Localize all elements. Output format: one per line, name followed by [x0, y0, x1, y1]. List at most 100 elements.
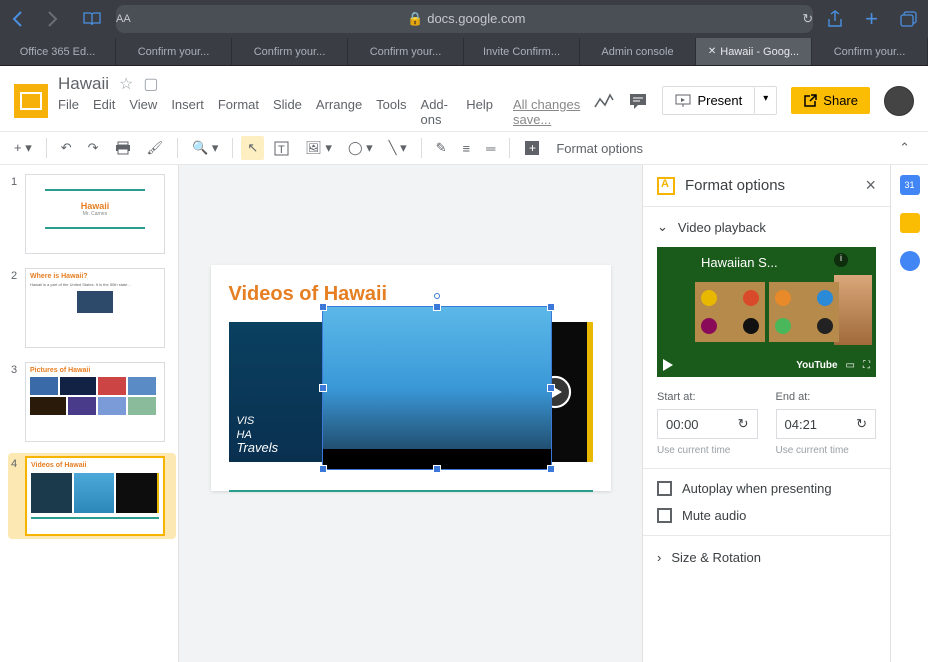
refresh-icon[interactable]: ↻ — [738, 416, 749, 432]
collapse-toolbar-icon[interactable]: ⌃ — [889, 136, 920, 160]
slide-thumb-3[interactable]: 3 Pictures of Hawaii — [8, 359, 176, 445]
slide-canvas[interactable]: Videos of Hawaii VISHATravels — [211, 265, 611, 491]
refresh-icon[interactable]: ↻ — [856, 416, 867, 432]
shape-tool[interactable]: ◯ ▾ — [342, 136, 379, 160]
reload-icon[interactable]: ↻ — [802, 11, 813, 27]
mute-checkbox[interactable]: Mute audio — [657, 508, 876, 523]
line-tool[interactable]: ╲ ▾ — [383, 136, 413, 160]
border-color-button[interactable]: ✎ — [430, 136, 453, 160]
select-tool[interactable]: ↖ — [241, 136, 264, 160]
tasks-icon[interactable] — [900, 251, 920, 271]
undo-button[interactable]: ↶ — [55, 136, 78, 160]
present-button[interactable]: Present — [663, 87, 755, 114]
close-panel-icon[interactable]: × — [865, 175, 876, 196]
menu-insert[interactable]: Insert — [171, 97, 204, 127]
comments-icon[interactable] — [628, 92, 648, 110]
avatar[interactable] — [884, 86, 914, 116]
book-icon[interactable] — [82, 11, 102, 27]
border-weight-button[interactable]: ≡ — [457, 137, 477, 160]
svg-text:T: T — [278, 144, 285, 156]
keep-icon[interactable] — [900, 213, 920, 233]
use-current-start[interactable]: Use current time — [657, 445, 758, 456]
menu-help[interactable]: Help — [466, 97, 493, 127]
start-time-input[interactable]: 00:00↻ — [657, 409, 758, 439]
doc-title[interactable]: Hawaii — [58, 74, 109, 94]
share-button[interactable]: Share — [791, 87, 870, 114]
add-comment-button[interactable]: + — [518, 136, 546, 160]
resize-handle[interactable] — [319, 465, 327, 473]
info-icon[interactable]: i — [834, 253, 848, 267]
menu-slide[interactable]: Slide — [273, 97, 302, 127]
cast-icon[interactable]: ▭ — [846, 360, 855, 371]
move-icon[interactable]: ▢ — [143, 74, 158, 94]
tab-5[interactable]: Admin console — [580, 38, 696, 65]
tab-3[interactable]: Confirm your... — [348, 38, 464, 65]
paint-format-button[interactable]: 🖌 — [141, 136, 170, 160]
border-dash-button[interactable]: ═ — [480, 137, 501, 160]
address-bar[interactable]: AA 🔒 docs.google.com ↻ — [116, 5, 813, 33]
tab-0[interactable]: Office 365 Ed... — [0, 38, 116, 65]
menu-arrange[interactable]: Arrange — [316, 97, 362, 127]
resize-handle[interactable] — [433, 465, 441, 473]
slide-thumb-1[interactable]: 1 HawaiiMr. Carnes — [8, 171, 176, 257]
end-label: End at: — [776, 391, 877, 403]
selected-video[interactable] — [322, 306, 552, 470]
chevron-right-icon: › — [657, 550, 661, 565]
tab-1[interactable]: Confirm your... — [116, 38, 232, 65]
menu-file[interactable]: File — [58, 97, 79, 127]
resize-handle[interactable] — [319, 303, 327, 311]
menu-addons[interactable]: Add-ons — [421, 97, 453, 127]
print-button[interactable] — [109, 137, 137, 159]
tab-6[interactable]: ✕Hawaii - Goog... — [696, 38, 812, 65]
slide-title[interactable]: Videos of Hawaii — [229, 283, 593, 308]
calendar-icon[interactable]: 31 — [900, 175, 920, 195]
video-preview[interactable]: Hawaiian S... i YouTube ▭ ⛶ — [657, 247, 876, 377]
rotate-handle[interactable] — [434, 293, 440, 299]
format-options-panel: Format options × ⌄ Video playback Hawaii… — [642, 165, 890, 662]
canvas-area[interactable]: Videos of Hawaii VISHATravels — [179, 165, 642, 662]
use-current-end[interactable]: Use current time — [776, 445, 877, 456]
fullscreen-icon[interactable]: ⛶ — [863, 360, 870, 371]
new-slide-button[interactable]: + ▾ — [8, 136, 38, 160]
textbox-tool[interactable]: T — [268, 137, 295, 160]
resize-handle[interactable] — [319, 384, 327, 392]
close-tab-icon[interactable]: ✕ — [708, 46, 716, 57]
svg-text:+: + — [529, 141, 536, 155]
resize-handle[interactable] — [547, 303, 555, 311]
tab-2[interactable]: Confirm your... — [232, 38, 348, 65]
menu-view[interactable]: View — [129, 97, 157, 127]
resize-handle[interactable] — [547, 465, 555, 473]
resize-handle[interactable] — [547, 384, 555, 392]
toolbar: + ▾ ↶ ↷ 🖌 🔍 ▾ ↖ T 🖼 ▾ ◯ ▾ ╲ ▾ ✎ ≡ ═ + Fo… — [0, 131, 928, 165]
save-status[interactable]: All changes save... — [513, 97, 584, 127]
redo-button[interactable]: ↷ — [82, 136, 105, 160]
tab-7[interactable]: Confirm your... — [812, 38, 928, 65]
size-rotation-header[interactable]: › Size & Rotation — [643, 536, 890, 579]
right-rail: 31 — [890, 165, 928, 662]
format-options-icon — [657, 177, 675, 195]
slide-thumb-4[interactable]: 4 Videos of Hawaii — [8, 453, 176, 539]
resize-handle[interactable] — [433, 303, 441, 311]
menu-edit[interactable]: Edit — [93, 97, 115, 127]
preview-play-icon[interactable] — [663, 359, 673, 371]
image-tool[interactable]: 🖼 ▾ — [299, 136, 338, 160]
zoom-button[interactable]: 🔍 ▾ — [186, 136, 224, 160]
new-tab-icon[interactable]: + — [865, 6, 878, 32]
menu-tools[interactable]: Tools — [376, 97, 406, 127]
share-icon[interactable] — [827, 10, 843, 28]
format-options-button[interactable]: Format options — [550, 137, 649, 160]
menu-format[interactable]: Format — [218, 97, 259, 127]
slides-logo[interactable] — [14, 84, 48, 118]
video-playback-header[interactable]: ⌄ Video playback — [657, 219, 876, 235]
present-options-dropdown[interactable]: ▾ — [755, 87, 776, 114]
back-icon[interactable] — [10, 10, 24, 28]
autoplay-checkbox[interactable]: Autoplay when presenting — [657, 481, 876, 496]
explore-icon[interactable] — [594, 93, 614, 109]
menu-bar: File Edit View Insert Format Slide Arran… — [58, 97, 584, 127]
end-time-input[interactable]: 04:21↻ — [776, 409, 877, 439]
tab-4[interactable]: Invite Confirm... — [464, 38, 580, 65]
tabs-icon[interactable] — [900, 11, 918, 27]
slide-thumb-2[interactable]: 2 Where is Hawaii?Hawaii is a part of th… — [8, 265, 176, 351]
star-icon[interactable]: ☆ — [119, 74, 133, 94]
youtube-logo[interactable]: YouTube — [796, 360, 837, 371]
